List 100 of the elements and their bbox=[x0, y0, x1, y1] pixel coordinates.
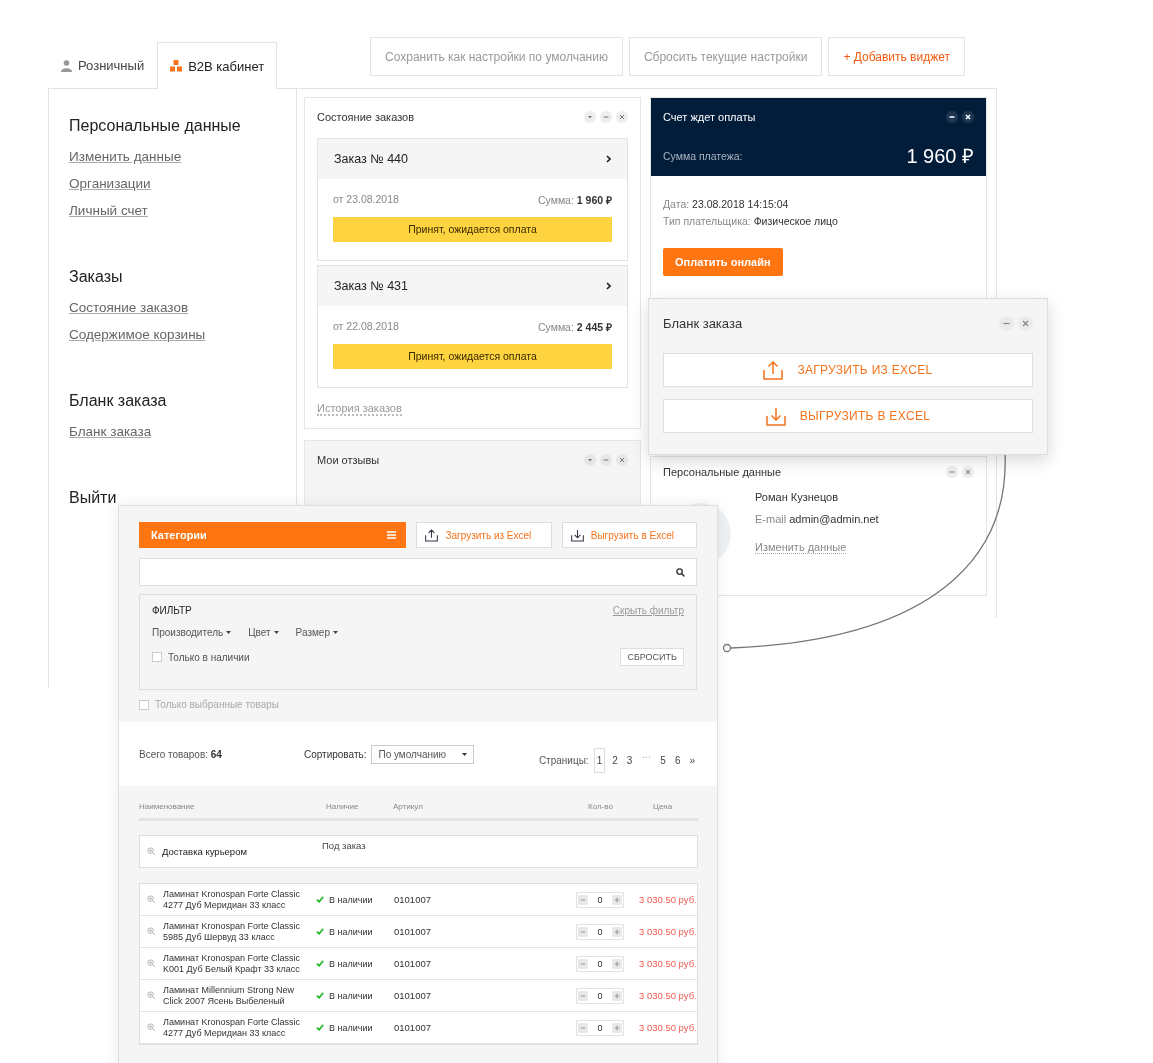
availability: В наличии bbox=[329, 894, 373, 905]
sort-label: Сортировать: bbox=[303, 748, 367, 760]
reset-button[interactable]: СБРОСИТЬ bbox=[620, 648, 684, 666]
product-name[interactable]: Ламинат Kronospan Forte Classic 5985 Дуб Шервуд 33 класс bbox=[163, 920, 316, 943]
column-header: Кол-во bbox=[588, 802, 614, 811]
quantity-stepper[interactable]: 0 bbox=[576, 923, 624, 940]
page-link[interactable]: 3 bbox=[624, 751, 635, 769]
sidebar-link[interactable]: Организации bbox=[69, 176, 151, 191]
zoom-in-icon[interactable] bbox=[147, 1023, 156, 1032]
next-page-link[interactable]: » bbox=[687, 751, 697, 769]
quantity-stepper[interactable]: 0 bbox=[576, 1019, 624, 1036]
download-icon bbox=[570, 528, 584, 542]
user-name: Роман Кузнецов bbox=[755, 491, 840, 503]
sidebar-heading: Бланк заказа bbox=[69, 392, 167, 410]
product-price: 3 030.50 руб. bbox=[639, 958, 697, 969]
increment-icon[interactable] bbox=[612, 958, 622, 969]
caret-icon bbox=[273, 631, 279, 634]
zoom-in-icon[interactable] bbox=[147, 959, 156, 968]
widget-title: Состояние заказов bbox=[317, 111, 415, 123]
widget-title: Мои отзывы bbox=[317, 454, 380, 466]
column-header: Наименование bbox=[139, 802, 196, 811]
increment-icon[interactable] bbox=[612, 1022, 622, 1033]
quantity-stepper[interactable]: 0 bbox=[576, 987, 624, 1004]
availability: В наличии bbox=[329, 1022, 373, 1033]
product-name[interactable]: Ламинат Millennium Strong New Click 2007 Ясень Выбеленый bbox=[163, 984, 316, 1007]
product-name[interactable]: Ламинат Kronospan Forte Classic K001 Дуб Белый Крафт 33 класс bbox=[163, 952, 316, 975]
column-header: Наличие bbox=[326, 802, 360, 811]
decrement-icon[interactable] bbox=[578, 990, 588, 1001]
zoom-in-icon[interactable] bbox=[147, 847, 156, 856]
filter-dropdown[interactable]: Размер bbox=[295, 627, 338, 638]
in-stock-checkbox[interactable]: Только в наличии bbox=[152, 651, 250, 663]
order-date: от 23.08.2018 bbox=[333, 193, 399, 207]
user-email: E-mail admin@admin.net bbox=[755, 513, 879, 525]
person-icon bbox=[61, 59, 72, 72]
column-header: Артикул bbox=[393, 802, 424, 811]
chevron-icon bbox=[606, 155, 611, 163]
menu-icon bbox=[387, 531, 397, 539]
increment-icon[interactable] bbox=[612, 990, 622, 1001]
order-status: Принят, ожидается оплата bbox=[333, 217, 612, 242]
sidebar-link[interactable]: Изменить данные bbox=[69, 149, 182, 164]
zoom-in-icon[interactable] bbox=[147, 895, 156, 904]
order-title: Заказ № 440 bbox=[334, 152, 408, 166]
minimize-icon[interactable] bbox=[946, 111, 958, 123]
order-title: Заказ № 431 bbox=[334, 279, 408, 293]
caret-icon bbox=[333, 631, 338, 634]
sku: 0101007 bbox=[394, 894, 432, 905]
quantity-stepper[interactable]: 0 bbox=[576, 955, 624, 972]
product-name[interactable]: Ламинат Kronospan Forte Classic 4277 Дуб Меридиан 33 класс bbox=[163, 1016, 316, 1039]
product-price: 3 030.50 руб. bbox=[639, 990, 697, 1001]
order-sum: Сумма: 2 445 ₽ bbox=[537, 320, 612, 334]
collapse-icon[interactable] bbox=[584, 111, 596, 123]
availability: В наличии bbox=[329, 958, 373, 969]
order-card[interactable]: Заказ № 440 от 23.08.2018 Сумма: 1 960 ₽ Принят, ожидается оплата bbox=[317, 138, 628, 261]
zoom-in-icon[interactable] bbox=[147, 927, 156, 936]
widget-title: Персональные данные bbox=[663, 466, 782, 478]
sku: 0101007 bbox=[394, 1022, 432, 1033]
pages-label: Страницы: bbox=[538, 754, 589, 766]
availability: Под заказ bbox=[322, 840, 366, 851]
decrement-icon[interactable] bbox=[578, 1022, 588, 1033]
account-tab[interactable]: B2B кабинет bbox=[157, 42, 278, 89]
upload-icon bbox=[425, 528, 439, 542]
zoom-in-icon[interactable] bbox=[147, 991, 156, 1000]
sidebar-link[interactable]: Состояние заказов bbox=[69, 300, 189, 315]
filter-dropdown[interactable]: Производитель bbox=[152, 627, 232, 638]
payer-type: Тип плательщика: Физическое лицо bbox=[663, 215, 839, 227]
order-sum: Сумма: 1 960 ₽ bbox=[537, 193, 612, 207]
search-icon bbox=[676, 567, 685, 577]
increment-icon[interactable] bbox=[612, 926, 622, 937]
sidebar-heading: Заказы bbox=[69, 268, 123, 286]
order-status: Принят, ожидается оплата bbox=[333, 344, 612, 369]
search-field[interactable] bbox=[139, 558, 697, 586]
account-tab[interactable]: Розничный bbox=[48, 42, 158, 88]
product-name[interactable]: Ламинат Kronospan Forte Classic 4277 Дуб Меридиан 33 класс bbox=[163, 888, 316, 911]
edit-data-link[interactable]: Изменить данные bbox=[755, 541, 847, 554]
product-price: 3 030.50 руб. bbox=[639, 1022, 697, 1033]
download-icon bbox=[765, 406, 786, 426]
close-icon[interactable] bbox=[962, 111, 974, 123]
page-link[interactable]: 1 bbox=[593, 747, 606, 773]
page-link[interactable]: 2 bbox=[610, 751, 620, 769]
sidebar-link[interactable]: Бланк заказа bbox=[69, 424, 152, 439]
sidebar-heading: Персональные данные bbox=[69, 117, 241, 135]
order-card[interactable]: Заказ № 431 от 22.08.2018 Сумма: 2 445 ₽ Принят, ожидается оплата bbox=[317, 265, 628, 388]
collapse-icon[interactable] bbox=[584, 454, 596, 466]
increment-icon[interactable] bbox=[612, 894, 622, 905]
quantity-stepper[interactable]: 0 bbox=[576, 891, 624, 908]
page-gap: … bbox=[640, 747, 653, 762]
decrement-icon[interactable] bbox=[578, 894, 588, 905]
page-link[interactable]: 5 bbox=[658, 751, 668, 769]
sidebar-heading[interactable]: Выйти bbox=[69, 489, 117, 507]
decrement-icon[interactable] bbox=[578, 958, 588, 969]
sidebar-link[interactable]: Содержимое корзины bbox=[69, 327, 206, 342]
decrement-icon[interactable] bbox=[578, 926, 588, 937]
sidebar-link[interactable]: Личный счет bbox=[69, 203, 148, 218]
caret-icon bbox=[461, 752, 467, 756]
filter-dropdown[interactable]: Цвет bbox=[248, 627, 279, 638]
product-price: 3 030.50 руб. bbox=[639, 894, 697, 905]
page-link[interactable]: 6 bbox=[672, 751, 683, 769]
product-name: Доставка курьером bbox=[162, 846, 248, 857]
sort-dropdown[interactable]: По умолчанию bbox=[371, 744, 474, 764]
sku: 0101007 bbox=[394, 926, 432, 937]
